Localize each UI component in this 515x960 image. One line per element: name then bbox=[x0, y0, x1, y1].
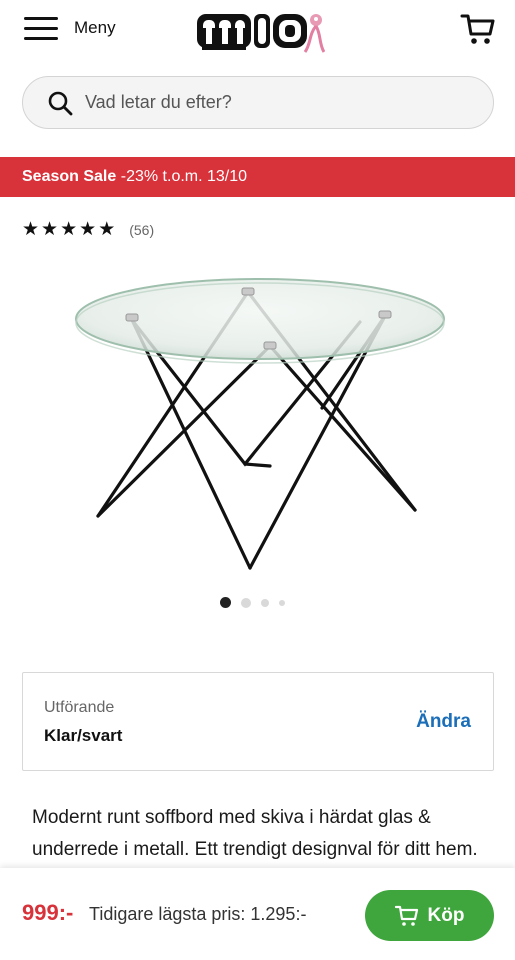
search-bar[interactable] bbox=[22, 76, 494, 129]
star-rating: ★ ★ ★ ★ ★ bbox=[22, 220, 117, 240]
star-icon: ★ bbox=[79, 219, 97, 240]
variant-selector[interactable]: Utförande Klar/svart Ändra bbox=[22, 672, 494, 771]
mio-logo[interactable] bbox=[195, 6, 326, 54]
carousel-dot[interactable] bbox=[279, 599, 285, 606]
star-icon: ★ bbox=[60, 219, 78, 240]
buy-label: Köp bbox=[427, 904, 465, 926]
star-icon: ★ bbox=[41, 219, 59, 240]
price: 999:- bbox=[22, 900, 74, 925]
rating[interactable]: ★ ★ ★ ★ ★ (56) bbox=[22, 220, 154, 240]
menu-button[interactable]: Meny bbox=[24, 14, 116, 42]
hamburger-icon bbox=[24, 14, 60, 42]
carousel-dot[interactable] bbox=[261, 598, 269, 607]
header: Meny bbox=[0, 0, 515, 62]
review-count: (56) bbox=[129, 222, 155, 238]
star-icon: ★ bbox=[22, 219, 40, 240]
product-image[interactable] bbox=[60, 268, 460, 578]
bottom-bar: 999:- Tidigare lägsta pris: 1.295:- Köp bbox=[0, 868, 515, 960]
search-icon bbox=[48, 91, 73, 115]
cart-icon bbox=[394, 905, 418, 926]
search-input[interactable] bbox=[85, 92, 465, 113]
product-description: Modernt runt soffbord med skiva i härdat… bbox=[32, 807, 478, 860]
change-variant-link[interactable]: Ändra bbox=[416, 711, 471, 733]
previous-price: Tidigare lägsta pris: 1.295:- bbox=[89, 904, 307, 924]
cart-icon bbox=[460, 14, 495, 44]
star-icon: ★ bbox=[98, 219, 116, 240]
buy-button[interactable]: Köp bbox=[365, 890, 494, 941]
sale-banner[interactable]: Season Sale -23% t.o.m. 13/10 bbox=[0, 157, 515, 197]
carousel-dot[interactable] bbox=[241, 597, 251, 608]
variant-label: Utförande bbox=[44, 699, 115, 716]
cart-button[interactable] bbox=[459, 10, 497, 48]
variant-value: Klar/svart bbox=[44, 726, 123, 745]
sale-title: Season Sale bbox=[22, 168, 117, 185]
menu-label: Meny bbox=[74, 18, 116, 37]
sale-period: t.o.m. 13/10 bbox=[162, 168, 248, 185]
sale-discount: -23% bbox=[120, 168, 159, 185]
carousel-dots[interactable] bbox=[220, 597, 295, 608]
carousel-dot[interactable] bbox=[220, 597, 231, 608]
